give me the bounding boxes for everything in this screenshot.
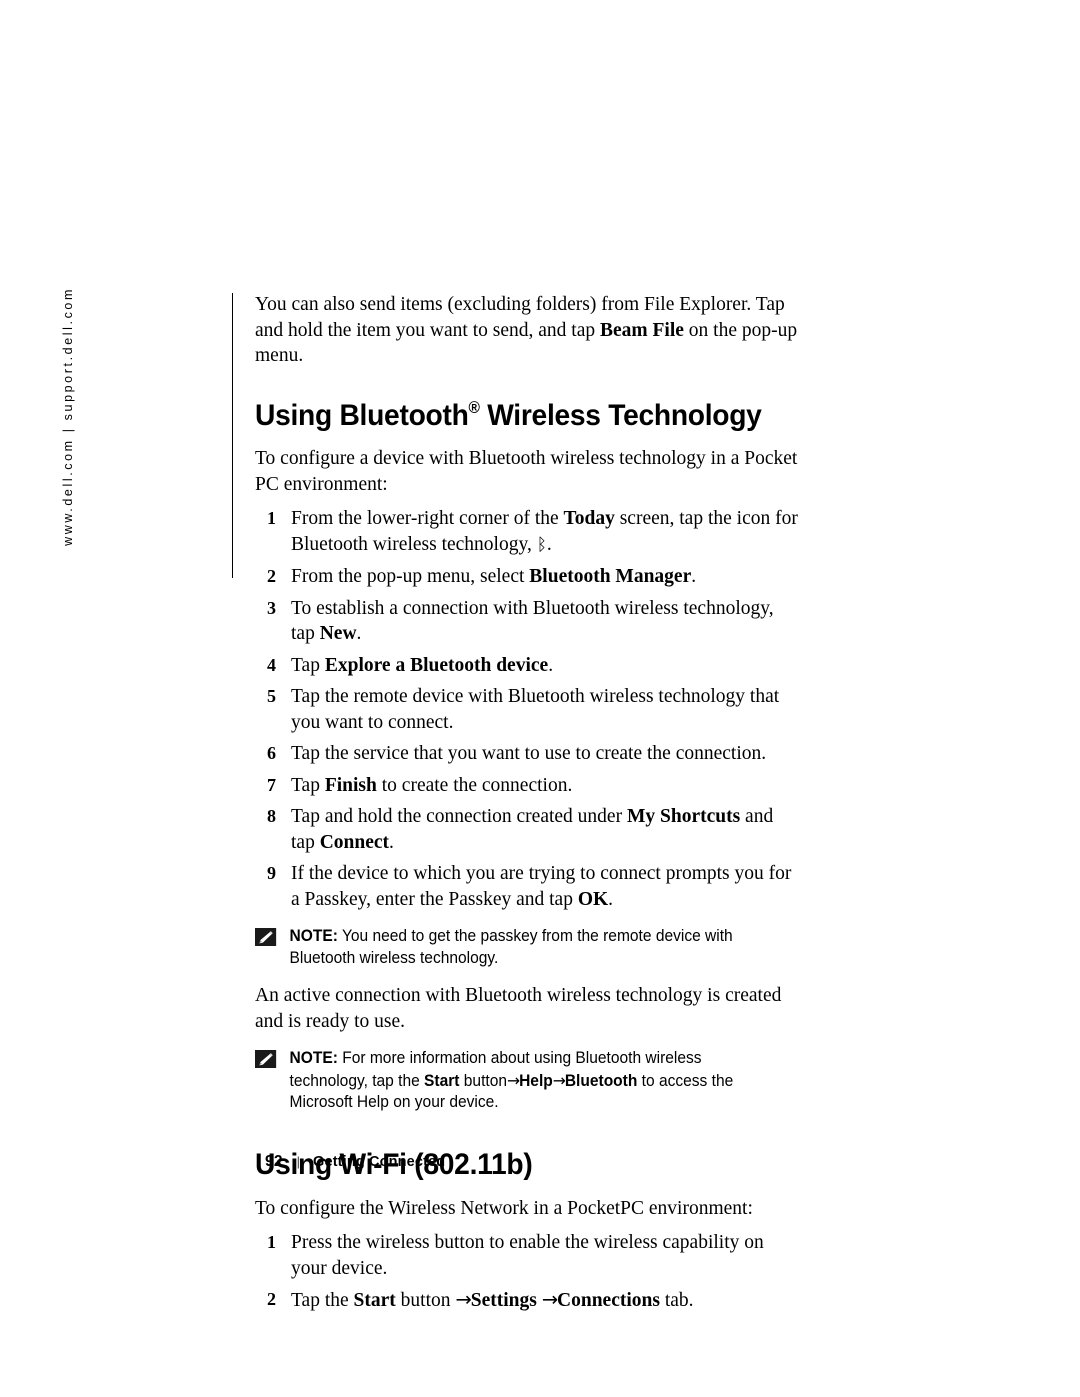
step-text-post2: . xyxy=(389,831,394,853)
bluetooth-lead-paragraph: To configure a device with Bluetooth wir… xyxy=(255,448,798,495)
step-number: 6 xyxy=(267,743,276,764)
intro-paragraph: You can also send items (excluding folde… xyxy=(255,292,800,369)
step-number: 3 xyxy=(267,597,276,618)
step-number: 4 xyxy=(267,654,276,675)
step-bold-connect: Connect xyxy=(319,831,390,853)
step-text-post: button xyxy=(395,1290,456,1312)
active-connection-paragraph: An active connection with Bluetooth wire… xyxy=(255,985,782,1032)
list-item: 6 Tap the service that you want to use to… xyxy=(255,741,800,767)
list-item: 8 Tap and hold the connection created und… xyxy=(255,804,800,855)
note-label: NOTE: xyxy=(289,927,338,946)
heading-bluetooth-post: Wireless Technology xyxy=(479,398,762,432)
step-number: 1 xyxy=(267,1232,276,1253)
page-footer: 92 | Getting Connected xyxy=(265,1153,445,1171)
step-text-post: . xyxy=(608,888,614,910)
sidebar-rule xyxy=(232,293,233,578)
list-item: 9 If the device to which you are trying t… xyxy=(255,861,800,912)
step-number: 9 xyxy=(267,863,276,884)
step-text-post: . xyxy=(548,654,554,676)
note-text: You need to get the passkey from the rem… xyxy=(289,927,733,967)
note-bold-help: Help xyxy=(519,1071,553,1090)
step-text-pre: Tap the remote device with Bluetooth wir… xyxy=(291,686,780,733)
step-text-post2: tab. xyxy=(659,1290,694,1312)
note-label: NOTE: xyxy=(289,1049,338,1068)
note-pencil-icon xyxy=(255,1050,277,1069)
step-text-pre: Tap xyxy=(291,774,325,796)
list-item: 2 Tap the Start button →Settings →Connect… xyxy=(255,1287,800,1314)
step-text-pre: From the pop-up menu, select xyxy=(291,566,530,588)
step-bold-explore-device: Explore a Bluetooth device xyxy=(324,654,549,676)
step-text-pre: Tap and hold the connection created unde… xyxy=(291,806,627,828)
step-number: 1 xyxy=(267,508,276,529)
note-pencil-icon xyxy=(255,928,277,947)
arrow-right-icon: → xyxy=(507,1070,520,1090)
step-bold-connections: Connections xyxy=(557,1290,660,1312)
step-bold-ok: OK xyxy=(577,888,609,910)
list-item: 5 Tap the remote device with Bluetooth wi… xyxy=(255,684,800,735)
step-bold-settings: Settings xyxy=(470,1290,537,1312)
step-number: 2 xyxy=(267,1289,276,1310)
step-number: 2 xyxy=(267,566,276,587)
step-bold-new: New xyxy=(319,623,357,645)
note-block-passkey: NOTE: You need to get the passkey from t… xyxy=(255,926,778,969)
step-text-post: to create the connection. xyxy=(376,774,573,796)
arrow-right-icon: → xyxy=(541,1288,558,1312)
wifi-lead-paragraph: To configure the Wireless Network in a P… xyxy=(255,1197,753,1219)
step-bold-finish: Finish xyxy=(324,774,377,796)
step-text-post: . xyxy=(356,623,362,645)
note-text-part2: button xyxy=(459,1071,507,1090)
step-number: 7 xyxy=(267,774,276,795)
list-item: 4 Tap Explore a Bluetooth device. xyxy=(255,653,800,679)
registered-trademark-icon: ® xyxy=(468,398,480,417)
list-item: 7 Tap Finish to create the connection. xyxy=(255,773,800,799)
step-bold-start: Start xyxy=(353,1290,396,1312)
heading-bluetooth: Using Bluetooth® Wireless Technology xyxy=(255,391,767,433)
step-text-pre: Tap the service that you want to use to … xyxy=(291,743,767,765)
note-bold-start: Start xyxy=(424,1071,460,1090)
note-bold-bluetooth: Bluetooth xyxy=(564,1071,638,1090)
footer-separator: | xyxy=(296,1154,301,1169)
step-bold-my-shortcuts: My Shortcuts xyxy=(626,806,741,828)
step-bold-bluetooth-manager: Bluetooth Manager xyxy=(529,566,692,588)
step-text-tail: . xyxy=(546,533,552,555)
step-text-pre: Tap xyxy=(291,654,325,676)
step-bold-today: Today xyxy=(563,508,615,530)
intro-bold-beam-file: Beam File xyxy=(599,319,684,341)
sidebar-url-text: www.dell.com | support.dell.com xyxy=(61,287,75,546)
list-item: 1 From the lower-right corner of the Toda… xyxy=(255,506,800,558)
step-text-pre: Tap the xyxy=(291,1290,354,1312)
step-text-pre: To establish a connection with Bluetooth… xyxy=(291,597,774,645)
step-number: 5 xyxy=(267,686,276,707)
wifi-steps-list: 1 Press the wireless button to enable the… xyxy=(255,1230,800,1314)
list-item: 2 From the pop-up menu, select Bluetooth … xyxy=(255,564,800,590)
arrow-right-icon: → xyxy=(552,1070,566,1090)
step-text-pre: If the device to which you are trying to… xyxy=(291,863,792,910)
heading-bluetooth-pre: Using Bluetooth xyxy=(255,398,469,432)
list-item: 1 Press the wireless button to enable the… xyxy=(255,1230,800,1281)
bluetooth-steps-list: 1 From the lower-right corner of the Toda… xyxy=(255,506,800,912)
arrow-right-icon: → xyxy=(455,1288,471,1312)
list-item: 3 To establish a connection with Bluetoot… xyxy=(255,596,800,647)
chapter-name: Getting Connected xyxy=(313,1154,446,1170)
page-number: 92 xyxy=(265,1153,283,1170)
step-text-pre: From the lower-right corner of the xyxy=(291,508,564,530)
note-block-more-info: NOTE: For more information about using B… xyxy=(255,1048,778,1114)
step-text-pre: Press the wireless button to enable the … xyxy=(291,1232,764,1279)
step-text-post: . xyxy=(691,566,697,588)
bluetooth-icon: ᛒ xyxy=(536,534,547,555)
step-number: 8 xyxy=(267,806,276,827)
